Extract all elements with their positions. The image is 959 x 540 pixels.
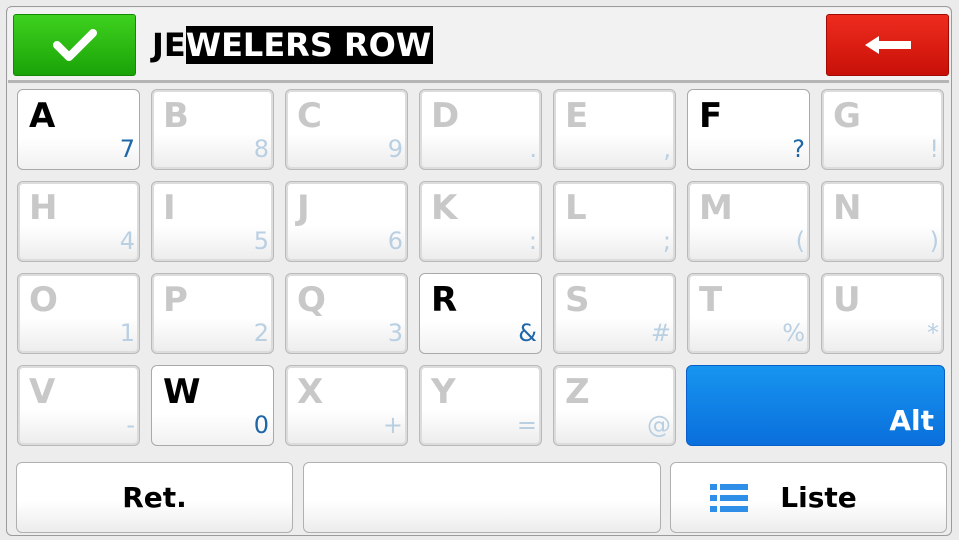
key-alt-char: 9: [387, 135, 403, 163]
key-letter: O: [29, 280, 58, 320]
key-alt-char: *: [927, 319, 939, 347]
space-button[interactable]: [303, 462, 661, 533]
key-alt-char: @: [647, 411, 671, 439]
key-alt-char: 6: [387, 227, 403, 255]
key-letter: D: [431, 96, 460, 136]
key-x[interactable]: X +: [285, 365, 408, 446]
key-alt-char: ?: [792, 135, 805, 163]
key-letter: B: [163, 96, 189, 136]
input-completion: WELERS ROW: [185, 26, 434, 64]
key-alt-char: 5: [253, 227, 269, 255]
key-alt-char: &: [518, 319, 537, 347]
keyboard-frame: [6, 6, 952, 536]
key-v[interactable]: V-: [17, 365, 140, 446]
alt-key-label: Alt: [889, 404, 934, 437]
key-f[interactable]: F?: [687, 89, 810, 170]
input-prefix: JE: [152, 26, 186, 64]
key-letter: J: [297, 188, 310, 228]
key-alt-char: 2: [253, 319, 269, 347]
key-letter: R: [431, 280, 458, 320]
key-letter: Y: [431, 372, 456, 412]
key-alt-char: 8: [253, 135, 269, 163]
key-e[interactable]: E,: [553, 89, 676, 170]
key-a[interactable]: A7: [17, 89, 140, 170]
key-letter: F: [699, 96, 723, 136]
key-r[interactable]: R &: [419, 273, 542, 354]
key-u[interactable]: U *: [821, 273, 944, 354]
key-letter: P: [163, 280, 188, 320]
key-k[interactable]: K:: [419, 181, 542, 262]
key-letter: S: [565, 280, 590, 320]
key-b[interactable]: B8: [151, 89, 274, 170]
key-w[interactable]: W0: [151, 365, 274, 446]
key-letter: I: [163, 188, 176, 228]
key-alt-char: #: [650, 319, 671, 347]
key-c[interactable]: C9: [285, 89, 408, 170]
key-n[interactable]: N): [821, 181, 944, 262]
key-letter: C: [297, 96, 322, 136]
alt-key[interactable]: Alt: [686, 365, 945, 446]
key-alt-char: ): [929, 227, 939, 255]
return-label: Ret.: [122, 481, 187, 514]
key-alt-char: 7: [119, 135, 135, 163]
key-letter: A: [29, 96, 56, 136]
key-alt-char: 3: [387, 319, 403, 347]
check-icon: [52, 29, 97, 61]
return-button[interactable]: Ret.: [16, 462, 293, 533]
back-arrow-icon: [864, 36, 911, 54]
key-t[interactable]: T%: [687, 273, 810, 354]
key-q[interactable]: Q3: [285, 273, 408, 354]
backspace-button[interactable]: [826, 14, 949, 76]
key-letter: Z: [565, 372, 590, 412]
key-alt-char: .: [529, 135, 537, 163]
key-h[interactable]: H4: [17, 181, 140, 262]
list-label: Liste: [780, 481, 857, 514]
key-g[interactable]: G!: [821, 89, 944, 170]
key-alt-char: ;: [662, 227, 671, 255]
confirm-button[interactable]: [13, 14, 136, 76]
key-letter: M: [699, 188, 733, 228]
key-letter: U: [833, 280, 861, 320]
key-alt-char: -: [126, 411, 135, 439]
key-m[interactable]: M(: [687, 181, 810, 262]
key-j[interactable]: J6: [285, 181, 408, 262]
key-alt-char: 0: [253, 411, 269, 439]
divider: [8, 80, 949, 83]
key-alt-char: 4: [119, 227, 135, 255]
key-alt-char: =: [516, 411, 537, 439]
key-alt-char: :: [528, 227, 537, 255]
search-input[interactable]: JEWELERS ROW: [152, 24, 434, 66]
key-letter: K: [431, 188, 458, 228]
key-alt-char: 1: [119, 319, 135, 347]
input-bar: [8, 8, 949, 80]
key-letter: V: [29, 372, 56, 412]
key-letter: Q: [297, 280, 326, 320]
key-letter: X: [297, 372, 324, 412]
key-letter: T: [699, 280, 723, 320]
key-alt-char: !: [929, 135, 939, 163]
list-button[interactable]: Liste: [670, 462, 947, 533]
list-icon: [710, 483, 749, 512]
key-y[interactable]: Y =: [419, 365, 542, 446]
key-alt-char: (: [795, 227, 805, 255]
key-letter: L: [565, 188, 587, 228]
key-letter: G: [833, 96, 861, 136]
key-p[interactable]: P2: [151, 273, 274, 354]
key-o[interactable]: O1: [17, 273, 140, 354]
key-letter: W: [163, 372, 201, 412]
key-alt-char: +: [382, 411, 403, 439]
key-letter: N: [833, 188, 862, 228]
key-letter: E: [565, 96, 589, 136]
key-letter: H: [29, 188, 58, 228]
key-l[interactable]: L;: [553, 181, 676, 262]
key-i[interactable]: I5: [151, 181, 274, 262]
key-alt-char: ,: [663, 135, 671, 163]
key-z[interactable]: Z @: [553, 365, 676, 446]
key-d[interactable]: D.: [419, 89, 542, 170]
key-s[interactable]: S #: [553, 273, 676, 354]
key-alt-char: %: [782, 319, 805, 347]
